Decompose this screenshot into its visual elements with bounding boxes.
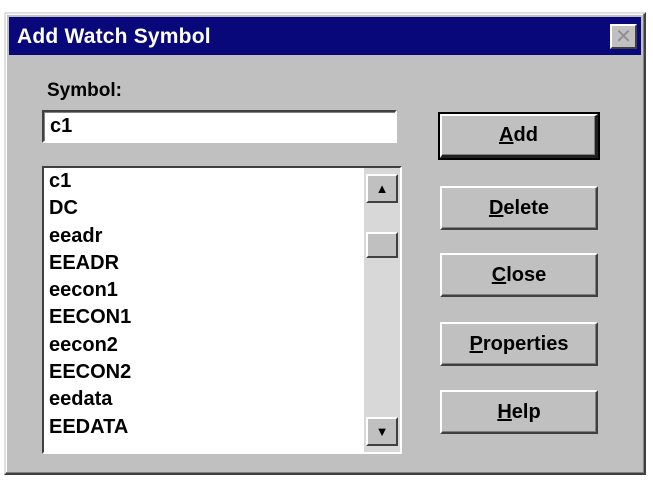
add-button[interactable]: Add — [438, 112, 600, 160]
help-button-mnemonic: H — [497, 400, 512, 423]
list-item[interactable]: EEADR — [44, 250, 364, 277]
add-button-mnemonic: A — [499, 124, 514, 146]
delete-button-label-rest: elete — [503, 196, 550, 219]
list-item[interactable]: eeadr — [44, 223, 364, 250]
close-icon[interactable]: ✕ — [610, 24, 637, 49]
window-title: Add Watch Symbol — [17, 25, 211, 48]
properties-button-label-rest: roperties — [482, 332, 569, 355]
list-item[interactable]: EEDATA — [44, 414, 364, 441]
list-item[interactable]: EECON1 — [44, 304, 364, 331]
delete-button-mnemonic: D — [488, 196, 504, 219]
list-item[interactable]: eecon1 — [44, 277, 364, 304]
title-bar[interactable]: Add Watch Symbol ✕ — [9, 17, 641, 55]
close-button[interactable]: Close — [440, 253, 598, 297]
list-item[interactable]: DC — [44, 195, 364, 222]
help-button[interactable]: Help — [440, 390, 598, 434]
properties-button[interactable]: Properties — [440, 322, 598, 366]
list-item[interactable]: eedata — [44, 386, 364, 413]
symbol-input[interactable] — [42, 110, 397, 143]
add-button-label-rest: dd — [513, 124, 538, 146]
delete-button[interactable]: Delete — [440, 186, 598, 230]
close-button-label-rest: lose — [506, 263, 547, 286]
list-item[interactable]: eecon2 — [44, 332, 364, 359]
add-watch-symbol-dialog: Add Watch Symbol ✕ Symbol: c1 DC eeadr E… — [4, 12, 646, 475]
symbol-list-items: c1 DC eeadr EEADR eecon1 EECON1 eecon2 E… — [44, 168, 364, 452]
vertical-scrollbar[interactable]: ▲ ▼ — [364, 168, 400, 452]
list-item[interactable]: EECON2 — [44, 359, 364, 386]
scroll-up-arrow-icon[interactable]: ▲ — [366, 174, 398, 203]
scroll-down-arrow-icon[interactable]: ▼ — [366, 417, 398, 446]
symbol-listbox[interactable]: c1 DC eeadr EEADR eecon1 EECON1 eecon2 E… — [42, 166, 402, 454]
list-item[interactable]: c1 — [44, 168, 364, 195]
help-button-label-rest: elp — [511, 400, 541, 423]
close-button-mnemonic: C — [491, 263, 507, 286]
properties-button-mnemonic: P — [469, 332, 483, 355]
symbol-label: Symbol: — [47, 80, 122, 101]
scroll-thumb[interactable] — [366, 232, 398, 258]
